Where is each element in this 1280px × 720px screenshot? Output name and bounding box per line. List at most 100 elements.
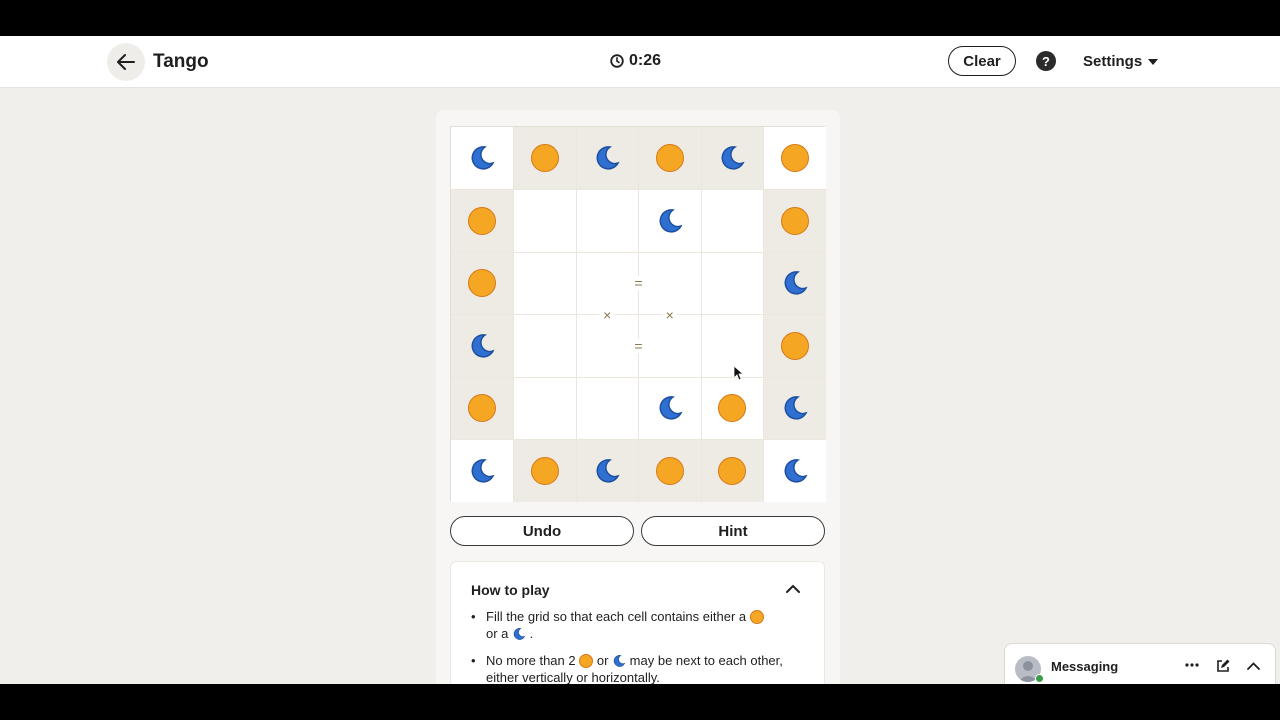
grid-line xyxy=(451,376,826,378)
clear-button[interactable]: Clear xyxy=(948,46,1016,76)
messaging-label: Messaging xyxy=(1051,659,1119,674)
moon-icon xyxy=(784,271,808,295)
moon-icon xyxy=(513,628,526,640)
rule-2-text-a: No more than 2 xyxy=(486,653,576,668)
sun-icon xyxy=(718,456,747,485)
grid-line xyxy=(763,127,764,502)
sun-icon xyxy=(468,269,497,298)
settings-dropdown[interactable]: Settings xyxy=(1083,53,1159,70)
moon-icon xyxy=(784,396,808,420)
rule-2-text-b: or xyxy=(596,653,609,668)
moon-icon xyxy=(596,458,620,483)
board-cell-r4-c3[interactable] xyxy=(638,377,701,440)
sun-icon xyxy=(749,610,764,624)
board-cell-r5-c0[interactable] xyxy=(451,439,514,502)
equal-constraint: = xyxy=(631,338,646,353)
rule-1: • Fill the grid so that each cell contai… xyxy=(471,608,816,642)
board-cell-r4-c0[interactable] xyxy=(451,377,514,440)
rule-1-text-c: . xyxy=(529,626,534,641)
board-cell-r1-c4[interactable] xyxy=(701,189,764,252)
sun-icon xyxy=(655,144,684,173)
moon-icon xyxy=(721,146,745,170)
board-cell-r2-c3[interactable] xyxy=(638,252,701,315)
board-cell-r0-c0[interactable] xyxy=(451,127,514,190)
board-cell-r1-c5[interactable] xyxy=(763,189,826,252)
rule-1-text-a: Fill the grid so that each cell contains… xyxy=(486,609,747,624)
board-cell-r4-c2[interactable] xyxy=(576,377,639,440)
chevron-up-icon[interactable] xyxy=(1247,662,1260,670)
sun-icon xyxy=(530,456,559,485)
opposite-constraint: × xyxy=(600,307,615,322)
board-cell-r2-c1[interactable] xyxy=(513,252,576,315)
moon-icon xyxy=(471,333,495,358)
sun-icon xyxy=(718,394,747,423)
online-status-dot xyxy=(1035,674,1044,683)
page-title: Tango xyxy=(153,51,209,72)
board-cell-r1-c1[interactable] xyxy=(513,189,576,252)
board-cell-r3-c1[interactable] xyxy=(513,314,576,377)
board-cell-r4-c5[interactable] xyxy=(763,377,826,440)
undo-button[interactable]: Undo xyxy=(450,516,634,546)
sun-icon xyxy=(468,206,497,235)
board-cell-r3-c5[interactable] xyxy=(763,314,826,377)
moon-icon xyxy=(613,655,626,667)
sun-icon xyxy=(530,144,559,173)
moon-icon xyxy=(659,396,683,420)
board-cell-r3-c0[interactable] xyxy=(451,314,514,377)
game-board: = × × = xyxy=(450,126,826,502)
compose-icon[interactable] xyxy=(1216,659,1230,673)
sun-icon xyxy=(468,394,497,423)
board-cell-r5-c1[interactable] xyxy=(513,439,576,502)
sun-icon xyxy=(780,331,809,360)
board-cell-r0-c1[interactable] xyxy=(513,127,576,190)
back-button[interactable] xyxy=(107,43,145,81)
more-options-icon[interactable] xyxy=(1185,663,1199,667)
sun-icon xyxy=(655,456,684,485)
board-cell-r4-c1[interactable] xyxy=(513,377,576,440)
board-cell-r3-c2[interactable] xyxy=(576,314,639,377)
board-cell-r3-c3[interactable] xyxy=(638,314,701,377)
messaging-bar[interactable]: Messaging xyxy=(1004,643,1276,684)
board-cell-r5-c5[interactable] xyxy=(763,439,826,502)
equal-constraint: = xyxy=(631,276,646,291)
how-to-play-panel: How to play • Fill the grid so that each… xyxy=(450,561,825,684)
board-cell-r1-c0[interactable] xyxy=(451,189,514,252)
moon-icon xyxy=(596,146,620,170)
clock-icon xyxy=(610,54,624,68)
settings-label: Settings xyxy=(1083,53,1143,70)
board-cell-r0-c5[interactable] xyxy=(763,127,826,190)
moon-icon xyxy=(471,458,495,483)
board-cell-r1-c3[interactable] xyxy=(638,189,701,252)
caret-down-icon xyxy=(1148,58,1159,65)
sun-icon xyxy=(780,206,809,235)
chevron-up-icon[interactable] xyxy=(786,584,800,593)
grid-line xyxy=(700,127,702,502)
arrow-left-icon xyxy=(117,54,135,70)
rule-2: • No more than 2 or may be next to each … xyxy=(471,653,783,684)
board-cell-r2-c2[interactable] xyxy=(576,252,639,315)
mouse-cursor xyxy=(734,366,744,381)
board-cell-r0-c2[interactable] xyxy=(576,127,639,190)
board-cell-r4-c4[interactable] xyxy=(701,377,764,440)
board-cell-r0-c4[interactable] xyxy=(701,127,764,190)
board-cell-r2-c5[interactable] xyxy=(763,252,826,315)
grid-line xyxy=(451,314,826,315)
moon-icon xyxy=(784,458,808,483)
board-cell-r1-c2[interactable] xyxy=(576,189,639,252)
hint-button[interactable]: Hint xyxy=(641,516,825,546)
board-cell-r3-c4[interactable] xyxy=(701,314,764,377)
grid-line xyxy=(451,439,826,440)
board-cell-r5-c3[interactable] xyxy=(638,439,701,502)
game-page: Tango 0:26 Clear ? Settings = × × = Undo Hi… xyxy=(0,36,1280,684)
board-cell-r5-c4[interactable] xyxy=(701,439,764,502)
moon-icon xyxy=(659,208,683,233)
timer: 0:26 xyxy=(610,52,661,70)
board-cell-r5-c2[interactable] xyxy=(576,439,639,502)
board-cell-r2-c0[interactable] xyxy=(451,252,514,315)
how-to-play-title: How to play xyxy=(471,582,550,598)
board-cell-r2-c4[interactable] xyxy=(701,252,764,315)
board-cell-r0-c3[interactable] xyxy=(638,127,701,190)
opposite-constraint: × xyxy=(662,307,677,322)
sun-icon xyxy=(579,654,594,668)
help-icon[interactable]: ? xyxy=(1036,51,1056,71)
